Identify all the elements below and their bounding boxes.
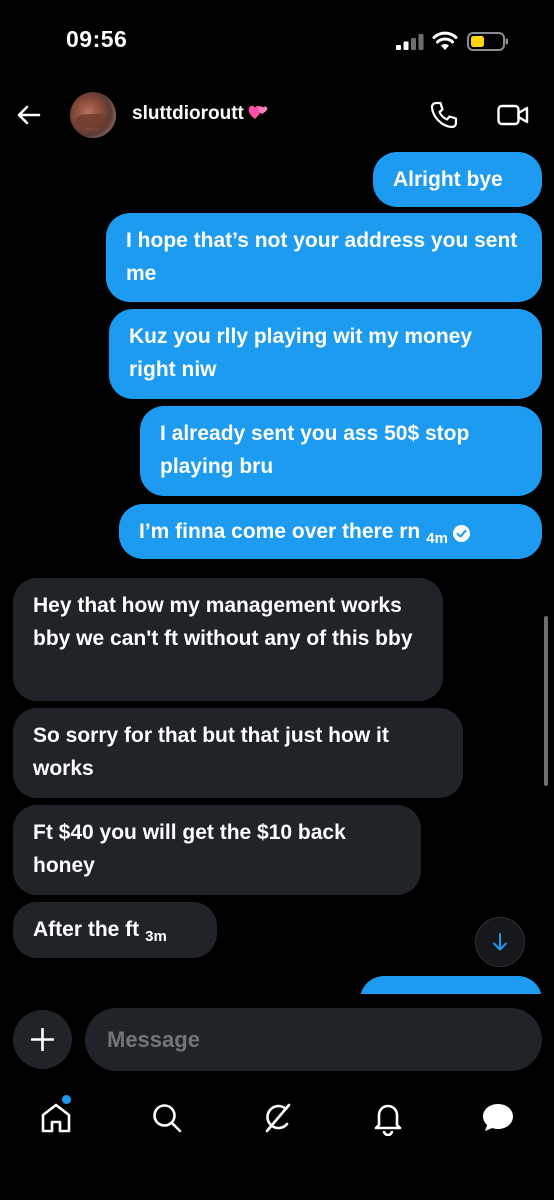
message-bubble-outgoing[interactable]: I’m finna come over there rn 4m	[119, 504, 542, 559]
two-hearts-emoji-icon	[248, 105, 268, 119]
message-bubble-incoming[interactable]: After the ft 3m	[13, 902, 217, 958]
conversation-header: sluttdioroutt	[0, 80, 554, 152]
message-timestamp: 4m	[426, 530, 448, 547]
scrollbar[interactable]	[544, 616, 548, 786]
notifications-bell-icon[interactable]	[370, 1100, 406, 1136]
read-receipt-check-icon	[452, 525, 470, 542]
message-bubble-outgoing[interactable]: Kuz you rlly playing wit my money right …	[109, 309, 542, 399]
arrow-down-icon	[493, 933, 507, 951]
message-text: After the ft	[33, 918, 140, 941]
bottom-tab-bar	[0, 1084, 554, 1200]
message-text: I hope that’s not your address you sent …	[126, 229, 518, 285]
status-time: 09:56	[66, 26, 128, 52]
message-text: I’m finna come over there rn	[139, 520, 421, 543]
add-attachment-button[interactable]	[13, 1010, 72, 1069]
message-text: I already sent you ass 50$ stop playing …	[160, 422, 470, 478]
home-icon[interactable]	[38, 1100, 74, 1136]
message-bubble-incoming[interactable]: So sorry for that but that just how it w…	[13, 708, 463, 798]
video-call-icon[interactable]	[497, 102, 529, 128]
messages-icon[interactable]	[480, 1100, 516, 1136]
search-icon[interactable]	[149, 1100, 185, 1136]
wifi-icon	[432, 31, 458, 50]
scroll-to-bottom-button[interactable]	[475, 917, 525, 967]
conversation-username[interactable]: sluttdioroutt	[132, 103, 269, 125]
message-bubble-outgoing[interactable]: I already sent you ass 50$ stop playing …	[140, 406, 542, 496]
message-bubble-outgoing[interactable]: I hope that’s not your address you sent …	[106, 213, 542, 302]
status-bar: 09:56	[0, 0, 554, 80]
grok-icon[interactable]	[259, 1100, 295, 1136]
message-bubble-incoming[interactable]: Ft $40 you will get the $10 back honey	[13, 805, 421, 895]
plus-icon	[31, 1028, 54, 1051]
avatar[interactable]	[70, 92, 116, 138]
message-text: Kuz you rlly playing wit my money right …	[129, 325, 473, 381]
phone-call-icon[interactable]	[429, 100, 459, 130]
message-text: Hey that how my management works bby we …	[33, 594, 413, 650]
username-text: sluttdioroutt	[132, 103, 244, 124]
message-bubble-incoming[interactable]: Hey that how my management works bby we …	[13, 578, 443, 701]
message-text: So sorry for that but that just how it w…	[33, 724, 389, 780]
back-arrow-icon[interactable]	[14, 100, 44, 130]
message-composer	[0, 994, 554, 1084]
message-timestamp: 3m	[145, 928, 167, 945]
message-input[interactable]	[85, 1008, 542, 1071]
battery-low-power-icon	[467, 32, 508, 51]
message-bubble-outgoing[interactable]: Alright bye	[373, 152, 542, 207]
home-notification-dot	[62, 1095, 71, 1104]
cellular-signal-icon	[396, 34, 424, 50]
message-text: Ft $40 you will get the $10 back honey	[33, 821, 346, 877]
message-text: Alright bye	[393, 168, 503, 191]
